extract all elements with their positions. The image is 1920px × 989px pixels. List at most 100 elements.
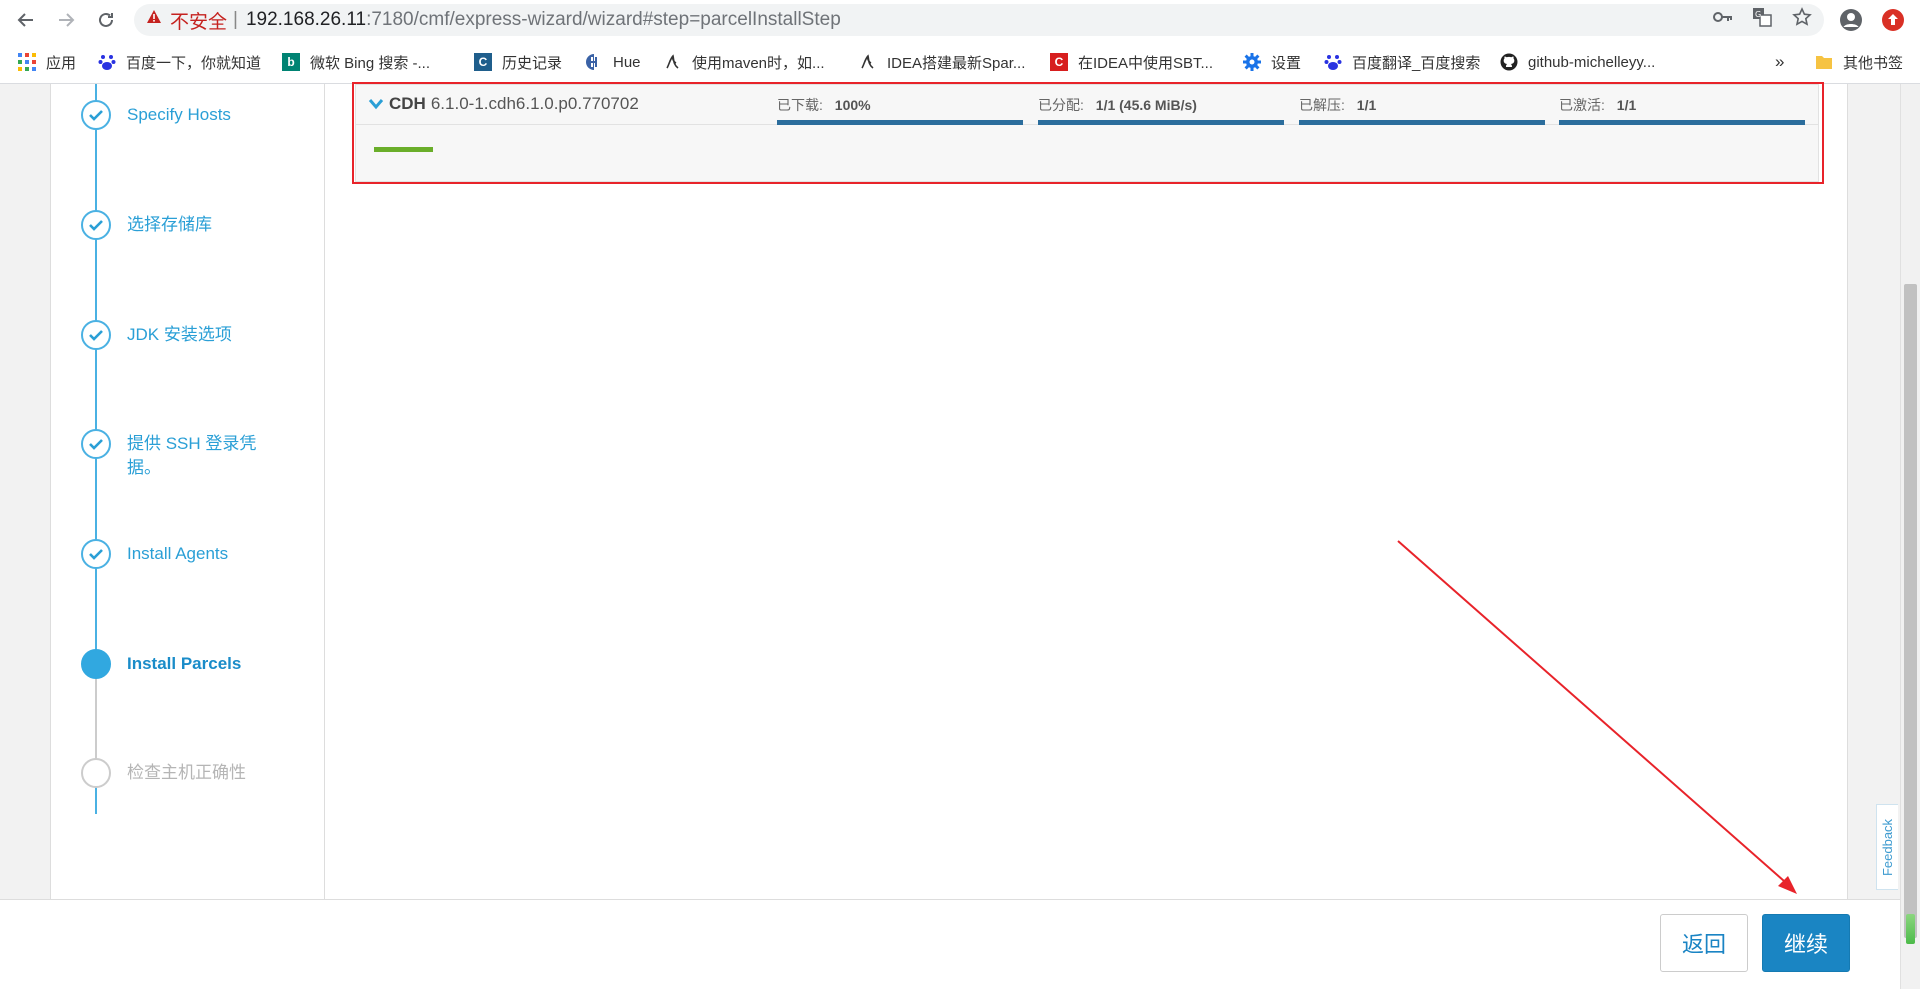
stage-progress-fill [1299, 120, 1545, 125]
wizard-card: Specify Hosts 选择存储库 JDK 安装选项 提供 SSH 登录凭据… [50, 84, 1848, 899]
star-bookmark-icon[interactable] [1791, 6, 1813, 28]
csdn-icon: C [1050, 53, 1068, 71]
bookmark-label: 微软 Bing 搜索 -... [310, 54, 431, 72]
script-icon [859, 53, 877, 71]
bookmark-history[interactable]: C 历史记录 [474, 50, 562, 74]
bookmark-idea-sbt[interactable]: C 在IDEA中使用SBT... [1050, 50, 1213, 74]
bookmark-label: 其他书签 [1843, 54, 1904, 72]
wizard-step-specify-hosts[interactable]: Specify Hosts [81, 100, 321, 130]
url-path: :7180/cmf/express-wizard/wizard#step=par… [366, 9, 841, 30]
wizard-step-ssh-credentials[interactable]: 提供 SSH 登录凭据。 [81, 429, 321, 480]
url-host: 192.168.26.11 [245, 9, 367, 30]
step-label: Specify Hosts [127, 105, 231, 124]
bookmark-label: 使用maven时，如... [692, 54, 825, 72]
hue-icon [585, 53, 603, 71]
stage-progress-bar [1038, 120, 1284, 125]
security-warning[interactable]: 不安全 [170, 7, 227, 34]
wizard-main-content: CDH 6.1.0-1.cdh6.1.0.p0.770702 已下载: 100%… [325, 84, 1849, 899]
page-scrollbar[interactable] [1900, 84, 1920, 989]
gear-icon [1243, 53, 1261, 71]
translate-icon[interactable]: G [1751, 6, 1773, 28]
warning-triangle-icon [146, 9, 162, 31]
check-icon [81, 320, 111, 350]
stage-label: 已解压: [1299, 97, 1345, 113]
parcel-toggle[interactable]: CDH 6.1.0-1.cdh6.1.0.p0.770702 [368, 94, 639, 114]
stage-progress-fill [1559, 120, 1805, 125]
bookmark-label: 设置 [1271, 54, 1302, 72]
github-icon [1500, 53, 1518, 71]
stage-progress-bar [777, 120, 1023, 125]
bookmark-maven[interactable]: 使用maven时，如... [664, 50, 825, 74]
profile-avatar-icon[interactable] [1838, 7, 1864, 33]
step-label: 选择存储库 [127, 215, 212, 234]
wizard-step-jdk[interactable]: JDK 安装选项 [81, 320, 321, 350]
bookmark-label: 在IDEA中使用SBT... [1078, 54, 1214, 72]
stage-activated: 已激活: 1/1 [1559, 95, 1805, 125]
bookmark-baidu[interactable]: 百度一下，你就知道 [98, 50, 261, 74]
stage-unpacked: 已解压: 1/1 [1299, 95, 1545, 125]
parcel-version: 6.1.0-1.cdh6.1.0.p0.770702 [430, 94, 639, 113]
overall-progress-indicator [374, 147, 433, 152]
stage-downloaded: 已下载: 100% [777, 95, 1023, 125]
bookmark-label: Hue [613, 53, 641, 71]
check-icon [81, 539, 111, 569]
wizard-step-install-agents[interactable]: Install Agents [81, 539, 321, 569]
step-label: 检查主机正确性 [127, 763, 246, 782]
parcel-name: CDH [389, 94, 426, 113]
bookmark-other-folder[interactable]: 其他书签 [1815, 50, 1903, 74]
wizard-footer: 返回 继续 [0, 899, 1920, 989]
bookmark-github[interactable]: github-michelleyy... [1500, 50, 1655, 74]
current-step-dot-icon [81, 649, 111, 679]
bookmark-label: IDEA搭建最新Spar... [887, 54, 1026, 72]
stage-value: 1/1 (45.6 MiB/s) [1095, 97, 1197, 113]
step-label: JDK 安装选项 [127, 325, 232, 344]
bookmark-settings[interactable]: 设置 [1243, 50, 1301, 74]
wizard-step-host-inspection: 检查主机正确性 [81, 758, 321, 788]
step-label: 提供 SSH 登录凭据。 [127, 434, 257, 477]
stage-label: 已分配: [1038, 97, 1084, 113]
baidu-paw-icon [98, 53, 116, 71]
parcel-header-row: CDH 6.1.0-1.cdh6.1.0.p0.770702 已下载: 100%… [356, 85, 1818, 125]
page-viewport: Specify Hosts 选择存储库 JDK 安装选项 提供 SSH 登录凭据… [0, 84, 1920, 989]
stage-value: 1/1 [1616, 97, 1637, 113]
bookmarks-overflow-chevron[interactable]: » [1775, 50, 1784, 74]
parcel-status-panel: CDH 6.1.0-1.cdh6.1.0.p0.770702 已下载: 100%… [355, 84, 1819, 182]
bookmark-bing[interactable]: b 微软 Bing 搜索 -... [282, 50, 430, 74]
stage-value: 1/1 [1356, 97, 1377, 113]
scrollbar-marker [1906, 914, 1915, 944]
check-icon [81, 100, 111, 130]
check-icon [81, 429, 111, 459]
address-bar[interactable]: 不安全 | 192.168.26.11 :7180/cmf/express-wi… [134, 4, 1824, 36]
stage-label: 已激活: [1559, 97, 1605, 113]
stage-distributed: 已分配: 1/1 (45.6 MiB/s) [1038, 95, 1284, 125]
forward-arrow-icon[interactable] [52, 6, 80, 34]
bookmark-baidu-translate[interactable]: 百度翻译_百度搜索 [1324, 50, 1480, 74]
stage-progress-fill [1038, 120, 1284, 125]
stage-progress-bar [1299, 120, 1545, 125]
bookmark-label: github-michelleyy... [1528, 53, 1656, 71]
bookmark-hue[interactable]: Hue [585, 50, 641, 74]
bookmark-apps[interactable]: 应用 [18, 50, 76, 74]
back-arrow-icon[interactable] [12, 6, 40, 34]
chevron-down-icon[interactable] [368, 98, 384, 110]
wizard-step-install-parcels[interactable]: Install Parcels [81, 649, 321, 679]
url-separator: | [233, 9, 238, 30]
reload-icon[interactable] [92, 6, 120, 34]
stage-progress-bar [1559, 120, 1805, 125]
step-label: Install Agents [127, 544, 229, 563]
update-arrow-icon[interactable] [1880, 7, 1906, 33]
wizard-steps-sidebar: Specify Hosts 选择存储库 JDK 安装选项 提供 SSH 登录凭据… [51, 84, 325, 899]
back-button[interactable]: 返回 [1660, 914, 1748, 972]
step-connector-line-pending [95, 674, 97, 764]
bookmark-idea-spark[interactable]: IDEA搭建最新Spar... [859, 50, 1025, 74]
continue-button[interactable]: 继续 [1762, 914, 1850, 972]
bookmark-label: 百度一下，你就知道 [126, 54, 262, 72]
apps-grid-icon [18, 53, 36, 71]
scrollbar-thumb[interactable] [1904, 284, 1917, 938]
bookmarks-bar: 应用 百度一下，你就知道 b 微软 Bing 搜索 -... C 历史记录 Hu… [0, 40, 1920, 84]
bookmark-label: 历史记录 [502, 54, 563, 72]
wizard-step-repository[interactable]: 选择存储库 [81, 210, 321, 240]
feedback-tab[interactable]: Feedback [1876, 804, 1898, 890]
browser-toolbar: 不安全 | 192.168.26.11 :7180/cmf/express-wi… [0, 0, 1920, 40]
key-icon[interactable] [1712, 6, 1734, 28]
